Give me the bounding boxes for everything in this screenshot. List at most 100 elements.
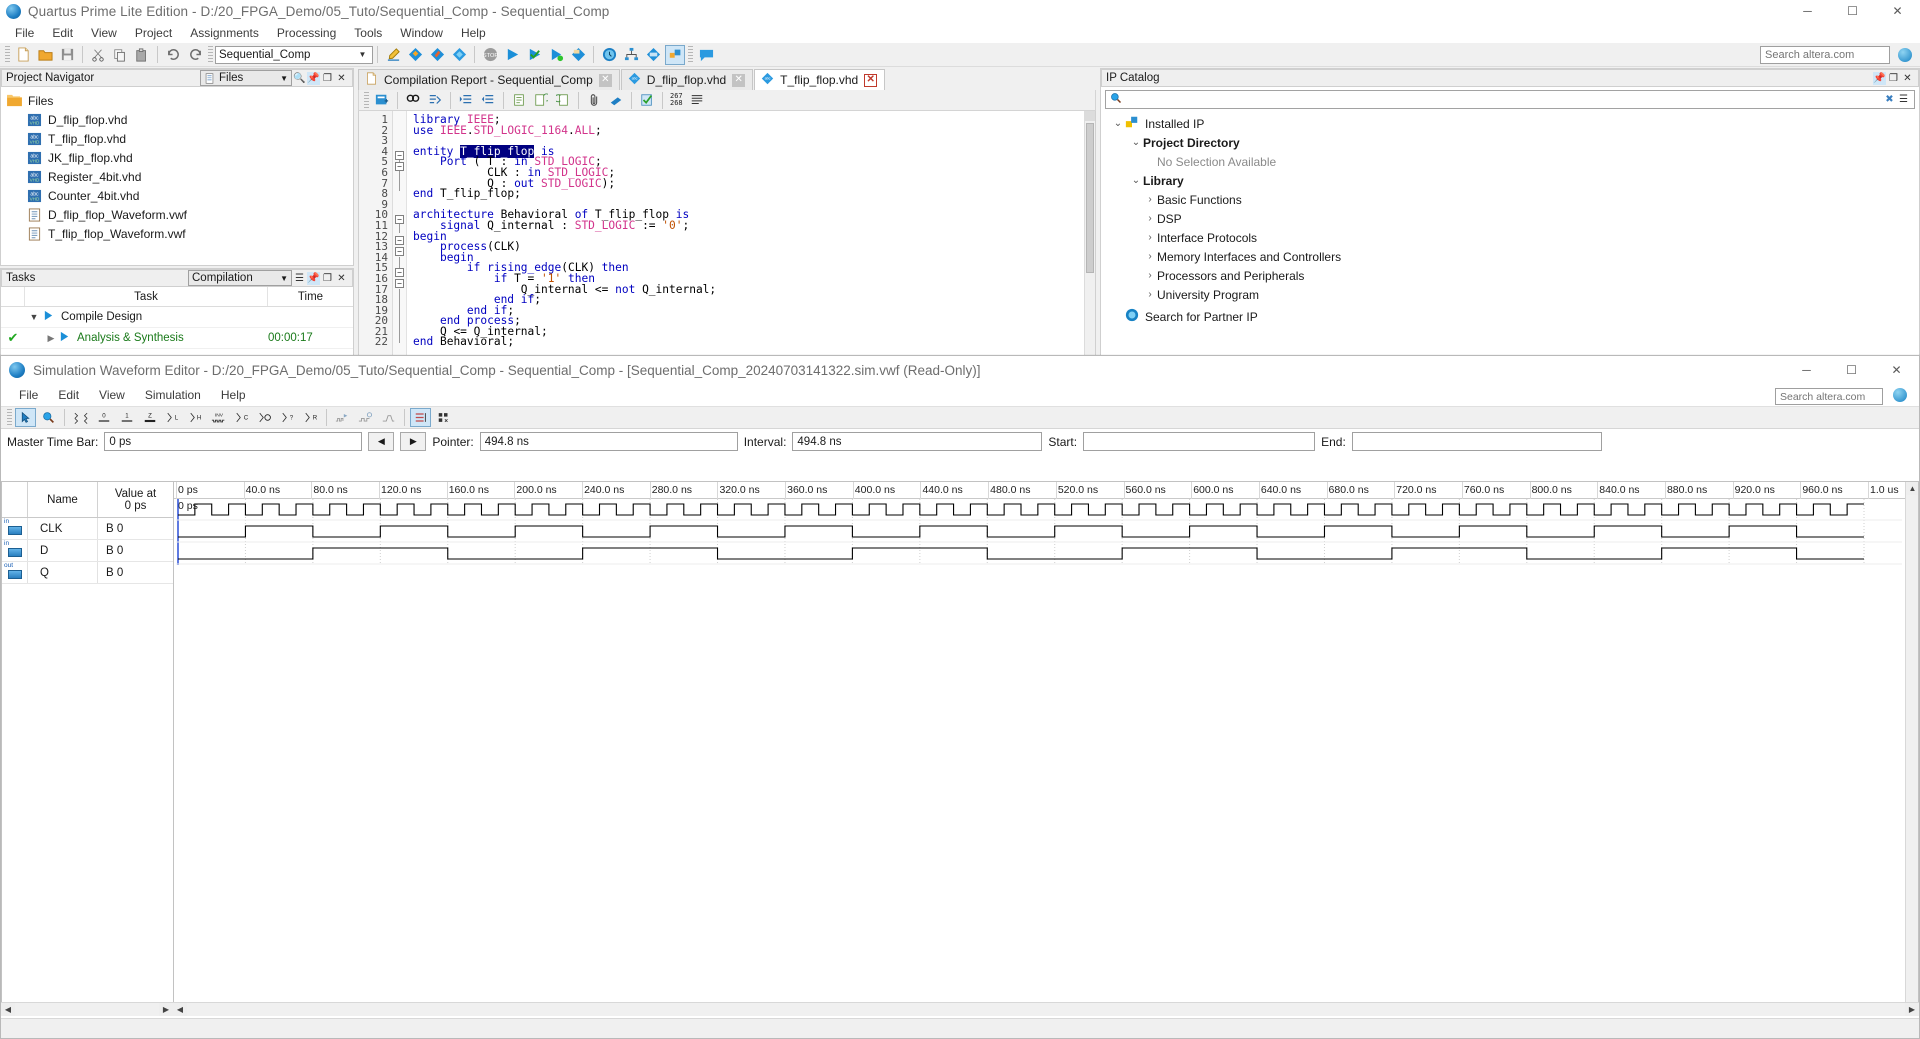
chevron-right-icon[interactable]: ▶ (43, 333, 59, 344)
start-input[interactable] (1083, 432, 1316, 451)
search-options-icon[interactable]: ☰ (1897, 93, 1910, 106)
clear-search-icon[interactable]: ✖ (1883, 93, 1896, 106)
signal-row-d[interactable]: in D B 0 (2, 540, 173, 562)
master-time-bar-input[interactable]: 0 ps (104, 432, 363, 451)
chevron-right-icon[interactable]: › (1143, 232, 1157, 243)
close-icon[interactable]: ✕ (335, 72, 348, 85)
signal-row-clk[interactable]: in CLK B 0 (2, 518, 173, 540)
stop-compilation-icon[interactable]: STOP (480, 45, 500, 65)
bookmark-icon[interactable] (606, 90, 626, 110)
toolbar-drag-handle[interactable] (5, 46, 10, 63)
toolbar-drag-handle[interactable] (364, 91, 369, 109)
random-r-icon[interactable]: R (300, 408, 321, 427)
list-icon[interactable]: ☰ (293, 272, 306, 285)
next-transition-button[interactable]: ▶ (400, 432, 427, 451)
overwrite-clock-icon[interactable] (332, 408, 353, 427)
tab-d-flip-flop[interactable]: abc D_flip_flop.vhd ✕ (620, 69, 754, 90)
waveform-canvas-pane[interactable]: 0 ps 40.0 ns 80.0 ns 120.0 ns 160.0 ns 200.0 … (173, 481, 1919, 1016)
waveform-altera-search-input[interactable] (1775, 388, 1883, 405)
start-analysis-icon[interactable] (524, 45, 544, 65)
project-revision-combo[interactable]: Sequential_Comp ▼ (215, 45, 373, 64)
menu-item-processing[interactable]: Processing (268, 24, 345, 42)
ip-catalog-toggle-icon[interactable] (665, 44, 685, 65)
grid-size-icon[interactable] (433, 408, 454, 427)
ip-node-dsp[interactable]: › DSP (1107, 209, 1919, 228)
fitter-icon[interactable] (568, 45, 588, 65)
pin-icon[interactable]: 📌 (307, 271, 320, 285)
programmer-icon[interactable] (643, 45, 663, 65)
ip-node-installed-ip[interactable]: ⌄ Installed IP (1107, 114, 1919, 133)
list-view-icon[interactable] (687, 90, 707, 110)
signal-row-q[interactable]: out Q B 0 (2, 562, 173, 584)
close-button[interactable]: ✕ (1875, 0, 1920, 22)
menu-item-view[interactable]: View (82, 24, 126, 42)
altera-search-input[interactable] (1760, 46, 1890, 64)
assignment-editor-icon[interactable] (383, 45, 403, 65)
chevron-down-icon[interactable]: ⌄ (1111, 118, 1125, 129)
scroll-up-icon[interactable]: ▲ (1906, 482, 1918, 495)
attach-icon[interactable] (584, 90, 604, 110)
invert-icon[interactable]: INV (208, 408, 229, 427)
waveform-random-icon[interactable] (70, 408, 91, 427)
chevron-down-icon[interactable]: ▼ (25, 312, 43, 322)
chevron-right-icon[interactable]: › (1143, 289, 1157, 300)
scroll-left-icon[interactable]: ◀ (173, 1003, 187, 1016)
unknown-x-icon[interactable]: ? (277, 408, 298, 427)
waveform-traces[interactable] (174, 499, 1918, 1015)
fold-toggle-if-t[interactable]: − (395, 279, 404, 288)
tab-t-flip-flop[interactable]: abc T_flip_flop.vhd ✕ (754, 69, 886, 90)
netlist-viewer-icon[interactable] (621, 45, 641, 65)
force-z-icon[interactable]: Z (139, 408, 160, 427)
fold-toggle-architecture[interactable]: − (395, 215, 404, 224)
ip-node-memory-interfaces[interactable]: › Memory Interfaces and Controllers (1107, 247, 1919, 266)
waveform-horizontal-scrollbar[interactable]: ◀ ▶ (173, 1002, 1919, 1016)
check-syntax-icon[interactable] (637, 90, 657, 110)
chevron-right-icon[interactable]: › (1143, 213, 1157, 224)
start-compilation-icon[interactable] (502, 45, 522, 65)
menu-item-tools[interactable]: Tools (345, 24, 391, 42)
count-value-icon[interactable] (254, 408, 275, 427)
run-task-icon[interactable] (43, 310, 59, 324)
comment-icon[interactable] (509, 90, 529, 110)
fold-toggle-process[interactable]: − (395, 247, 404, 256)
menu-item-project[interactable]: Project (126, 24, 181, 42)
ip-node-interface-protocols[interactable]: › Interface Protocols (1107, 228, 1919, 247)
chevron-right-icon[interactable]: › (1143, 194, 1157, 205)
fold-toggle-entity[interactable]: − (395, 151, 404, 160)
tasks-flow-selector[interactable]: Compilation ▼ (188, 270, 292, 286)
toolbar-drag-handle-2[interactable] (208, 46, 213, 63)
close-button[interactable]: ✕ (1874, 356, 1919, 384)
menu-item-edit[interactable]: Edit (48, 386, 89, 404)
tab-close-icon[interactable]: ✕ (732, 73, 746, 87)
device-icon[interactable] (449, 45, 469, 65)
file-item-d-flip-flop-waveform[interactable]: D_flip_flop_Waveform.vwf (5, 205, 353, 224)
new-file-icon[interactable] (13, 45, 33, 65)
task-row-analysis-synthesis[interactable]: ✔ ▶ Analysis & Synthesis 00:00:17 (1, 328, 353, 349)
toolbar-drag-handle[interactable] (7, 409, 12, 426)
paste-icon[interactable] (132, 45, 152, 65)
float-icon[interactable]: ❐ (321, 72, 334, 85)
chevron-right-icon[interactable]: › (1143, 251, 1157, 262)
file-item-counter-4bit[interactable]: abc VHD Counter_4bit.vhd (5, 186, 353, 205)
maximize-button[interactable]: ☐ (1830, 0, 1875, 22)
force-1-icon[interactable]: 1 (116, 408, 137, 427)
maximize-button[interactable]: ☐ (1829, 356, 1874, 384)
menu-item-help[interactable]: Help (211, 386, 256, 404)
end-input[interactable] (1351, 432, 1602, 451)
menu-item-view[interactable]: View (89, 386, 135, 404)
overwrite-count-icon[interactable] (355, 408, 376, 427)
pin-icon[interactable]: 📌 (1873, 71, 1886, 85)
menu-item-edit[interactable]: Edit (43, 24, 82, 42)
float-icon[interactable]: ❐ (1887, 72, 1900, 85)
prev-transition-button[interactable]: ◀ (368, 432, 395, 451)
pointer-input[interactable]: 494.8 ns (479, 432, 738, 451)
scroll-left-icon[interactable]: ◀ (1, 1003, 15, 1016)
minimize-button[interactable]: ─ (1785, 0, 1830, 22)
ip-node-processors-peripherals[interactable]: › Processors and Peripherals (1107, 266, 1919, 285)
menu-item-file[interactable]: File (9, 386, 48, 404)
menu-item-file[interactable]: File (6, 24, 43, 42)
count-low-icon[interactable]: L (162, 408, 183, 427)
ip-node-university-program[interactable]: › University Program (1107, 285, 1919, 304)
stretch-icon[interactable] (378, 408, 399, 427)
chevron-down-icon[interactable]: ⌄ (1129, 175, 1143, 186)
